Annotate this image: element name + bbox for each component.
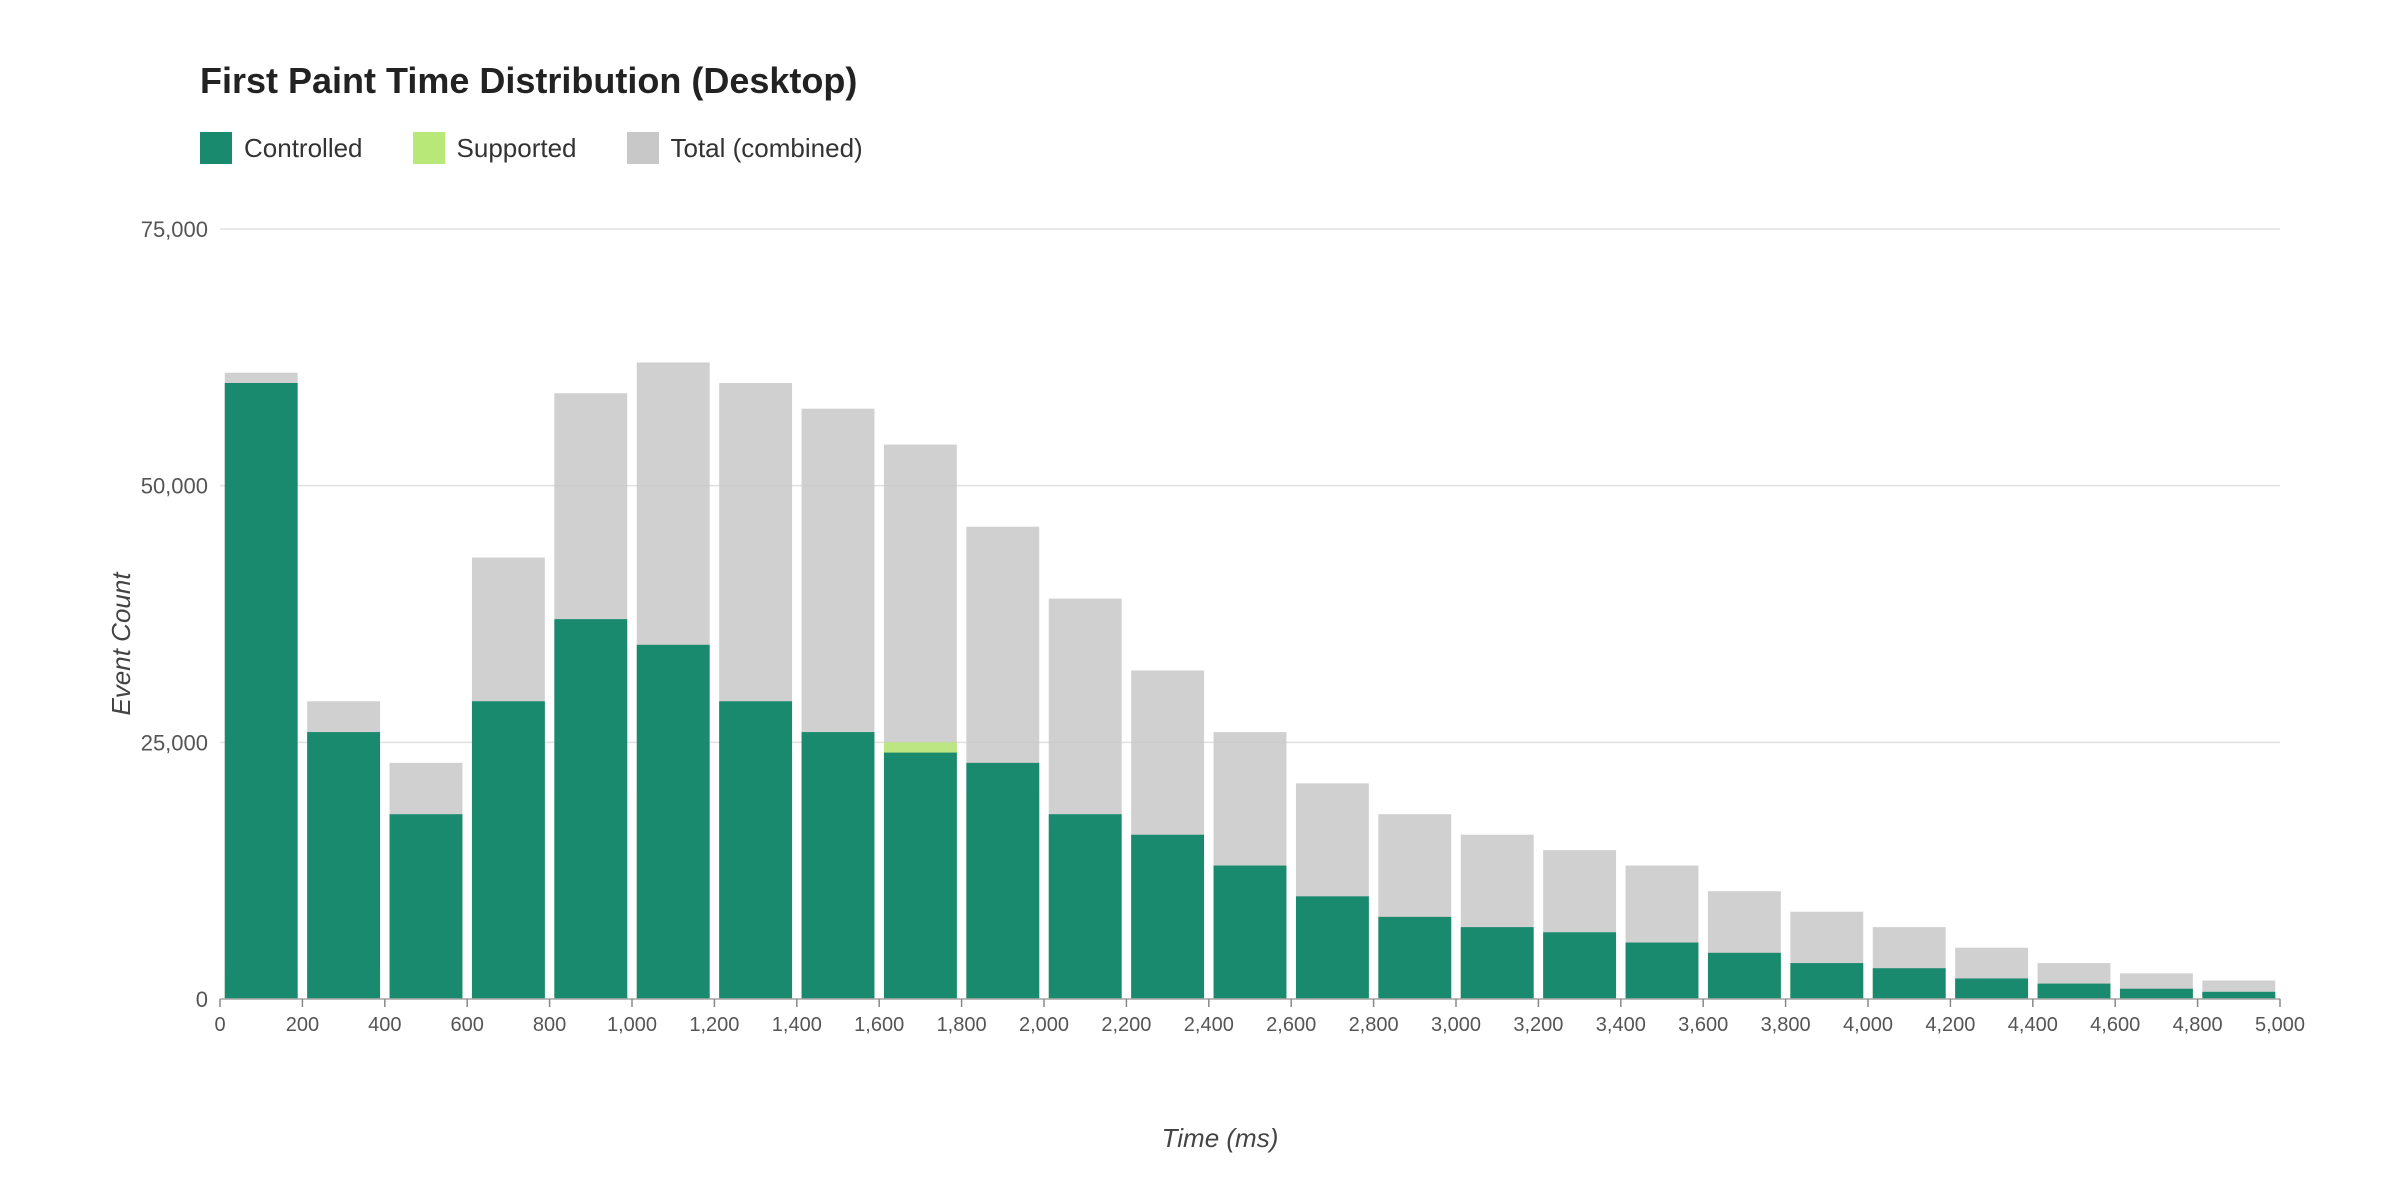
svg-text:3,400: 3,400	[1596, 1014, 1646, 1036]
svg-text:0: 0	[196, 987, 208, 1012]
svg-text:1,400: 1,400	[772, 1014, 822, 1036]
svg-text:4,800: 4,800	[2173, 1014, 2223, 1036]
svg-text:800: 800	[533, 1014, 566, 1036]
svg-text:0: 0	[214, 1014, 225, 1036]
chart-svg: 0 25,000 50,000 75,000 0 200 400 600 800 1,000 1,2…	[120, 204, 2320, 1084]
legend-item-total: Total (combined)	[627, 132, 863, 164]
svg-text:400: 400	[368, 1014, 401, 1036]
legend-label-total: Total (combined)	[671, 133, 863, 164]
svg-text:600: 600	[451, 1014, 484, 1036]
svg-text:1,600: 1,600	[854, 1014, 904, 1036]
svg-text:1,000: 1,000	[607, 1014, 657, 1036]
svg-text:4,400: 4,400	[2008, 1014, 2058, 1036]
svg-text:1,200: 1,200	[689, 1014, 739, 1036]
supported-swatch	[413, 132, 445, 164]
legend-item-supported: Supported	[413, 132, 577, 164]
svg-text:4,600: 4,600	[2090, 1014, 2140, 1036]
svg-text:3,600: 3,600	[1678, 1014, 1728, 1036]
legend-label-controlled: Controlled	[244, 133, 363, 164]
total-swatch	[627, 132, 659, 164]
svg-text:2,400: 2,400	[1184, 1014, 1234, 1036]
legend-item-controlled: Controlled	[200, 132, 363, 164]
svg-text:5,000: 5,000	[2255, 1014, 2305, 1036]
svg-text:2,000: 2,000	[1019, 1014, 1069, 1036]
svg-text:3,200: 3,200	[1513, 1014, 1563, 1036]
svg-text:2,800: 2,800	[1349, 1014, 1399, 1036]
chart-title: First Paint Time Distribution (Desktop)	[200, 60, 2320, 102]
chart-container: First Paint Time Distribution (Desktop) …	[0, 0, 2400, 1200]
svg-text:50,000: 50,000	[141, 474, 208, 499]
svg-text:3,000: 3,000	[1431, 1014, 1481, 1036]
controlled-swatch	[200, 132, 232, 164]
chart-area: Event Count Time (ms) 025,00050,00075,00…	[120, 204, 2320, 1084]
x-axis-label: Time (ms)	[1162, 1123, 1279, 1154]
legend: Controlled Supported Total (combined)	[200, 132, 2320, 164]
svg-text:25,000: 25,000	[141, 730, 208, 755]
legend-label-supported: Supported	[457, 133, 577, 164]
svg-text:1,800: 1,800	[937, 1014, 987, 1036]
svg-text:4,200: 4,200	[1925, 1014, 1975, 1036]
svg-text:3,800: 3,800	[1761, 1014, 1811, 1036]
y-axis-label: Event Count	[106, 572, 137, 715]
svg-text:200: 200	[286, 1014, 319, 1036]
svg-text:4,000: 4,000	[1843, 1014, 1893, 1036]
svg-text:2,600: 2,600	[1266, 1014, 1316, 1036]
svg-text:75,000: 75,000	[141, 217, 208, 242]
svg-text:2,200: 2,200	[1101, 1014, 1151, 1036]
